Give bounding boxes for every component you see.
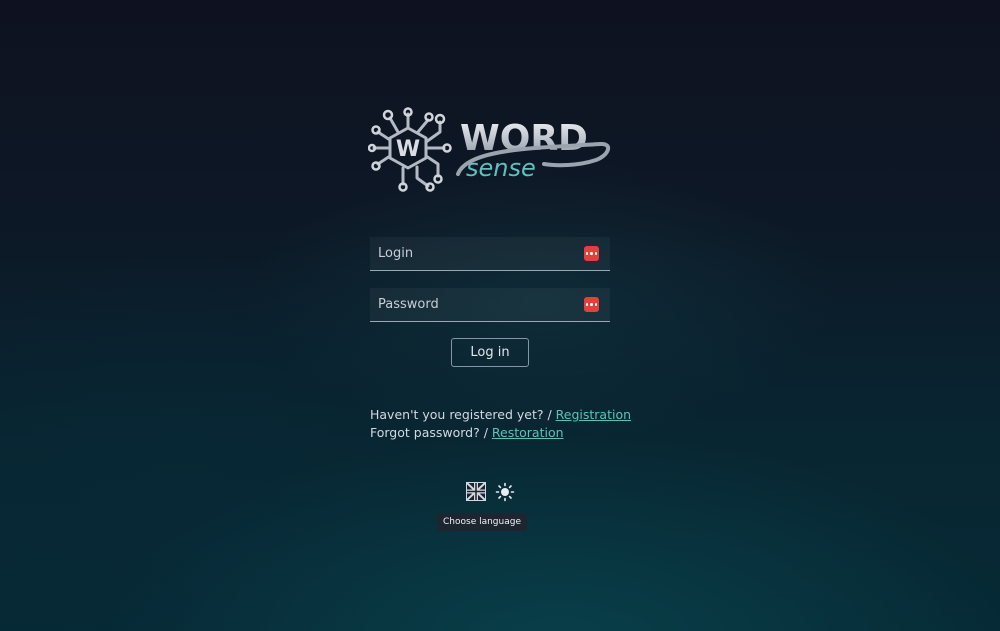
- forgot-prompt: Forgot password? /: [370, 425, 492, 440]
- restore-line: Forgot password? / Restoration: [370, 424, 631, 442]
- app-logo: W WORD sense: [367, 106, 613, 196]
- account-links: Haven't you registered yet? / Registrati…: [370, 406, 631, 442]
- logo-badge-letter: W: [396, 137, 420, 162]
- theme-toggle-button[interactable]: [495, 482, 515, 502]
- login-field: [370, 237, 610, 271]
- password-manager-icon[interactable]: [584, 297, 599, 312]
- language-button[interactable]: [466, 482, 486, 501]
- circuit-hexagon-icon: W WORD sense: [367, 107, 611, 192]
- restoration-link[interactable]: Restoration: [492, 425, 564, 440]
- password-field: [370, 288, 610, 322]
- register-prompt: Haven't you registered yet? /: [370, 407, 556, 422]
- register-line: Haven't you registered yet? / Registrati…: [370, 406, 631, 424]
- sun-icon: [495, 482, 515, 502]
- login-input[interactable]: [370, 237, 578, 270]
- password-manager-icon[interactable]: [584, 246, 599, 261]
- logo-sense: sense: [466, 154, 536, 182]
- password-input[interactable]: [370, 288, 578, 321]
- login-button[interactable]: Log in: [451, 338, 529, 367]
- logo-word: WORD: [460, 118, 588, 159]
- uk-flag-icon: [466, 482, 486, 501]
- language-tooltip: Choose language: [437, 513, 527, 531]
- registration-link[interactable]: Registration: [556, 407, 631, 422]
